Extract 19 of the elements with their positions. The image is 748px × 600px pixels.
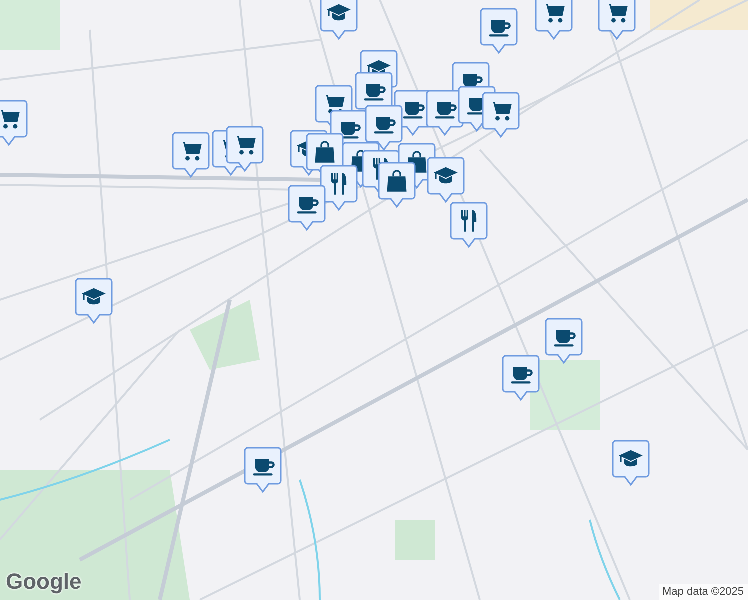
coffee-cup-icon	[339, 122, 361, 139]
shopping-bag-icon	[387, 170, 407, 192]
coffee-cup-icon	[554, 330, 576, 347]
map-marker[interactable]	[535, 0, 573, 40]
fork-knife-icon	[461, 210, 477, 232]
coffee-cup-icon	[403, 102, 425, 119]
coffee-cup-icon	[511, 368, 533, 384]
coffee-cup-icon	[364, 84, 386, 101]
coffee-cup-icon	[435, 102, 457, 119]
coffee-cup-icon	[489, 20, 511, 37]
map-logo[interactable]: Google	[6, 565, 82, 598]
map-marker[interactable]	[598, 0, 636, 40]
coffee-cup-icon	[253, 460, 275, 476]
map-marker[interactable]	[320, 0, 358, 40]
shopping-bag-icon	[315, 141, 335, 163]
coffee-cup-icon	[374, 118, 396, 134]
map-attribution: Map data ©2025	[658, 584, 748, 600]
coffee-cup-icon	[297, 198, 319, 214]
fork-knife-icon	[331, 173, 347, 195]
